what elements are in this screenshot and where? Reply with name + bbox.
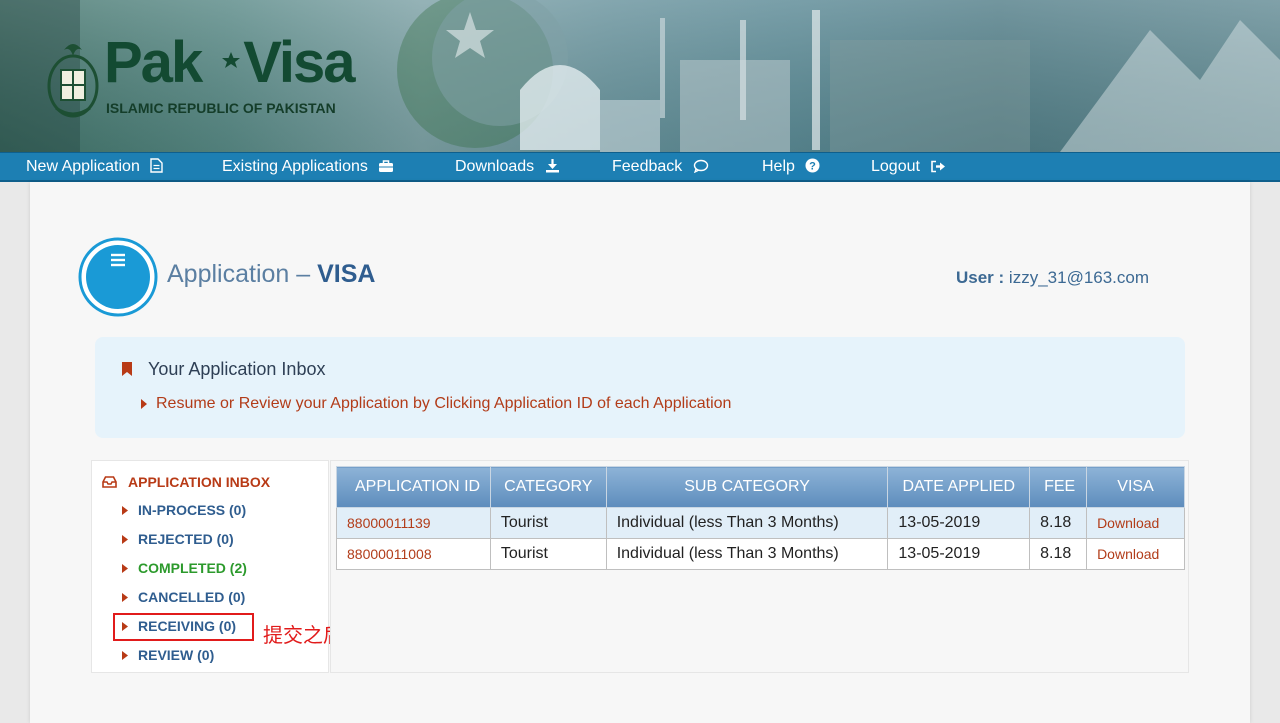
nav-label: Existing Applications (222, 158, 368, 175)
speech-bubble-icon (693, 159, 708, 173)
sidebar-item-in-process[interactable]: IN-PROCESS (0) (138, 502, 246, 518)
download-icon (545, 159, 559, 173)
caret-right-icon (122, 564, 128, 573)
column-header-category: CATEGORY (489, 466, 607, 508)
brand-title: Pak Visa (104, 30, 355, 95)
nav-feedback[interactable]: Feedback (612, 153, 709, 181)
page-title: Application – VISA (167, 260, 375, 289)
caret-right-icon (122, 506, 128, 515)
sidebar-item-review[interactable]: REVIEW (0) (138, 647, 214, 663)
nav-label: Downloads (455, 158, 535, 175)
page-title-bold: VISA (317, 260, 376, 288)
bookmark-icon (122, 362, 132, 376)
sidebar-item-rejected[interactable]: REJECTED (0) (138, 531, 234, 547)
nav-label: Help (762, 158, 795, 175)
nav-logout[interactable]: Logout (871, 153, 946, 181)
column-header-application-id: APPLICATION ID (336, 466, 491, 508)
header-banner: Pak Visa ISLAMIC REPUBLIC OF PAKISTAN (0, 0, 1280, 152)
nav-label: New Application (26, 158, 140, 175)
sidebar-item-cancelled[interactable]: CANCELLED (0) (138, 589, 245, 605)
sidebar-item-completed[interactable]: COMPLETED (2) (138, 560, 247, 576)
column-header-fee: FEE (1029, 466, 1088, 508)
caret-right-icon (141, 399, 147, 409)
svg-text:?: ? (809, 161, 816, 173)
cell-fee: 8.18 (1029, 507, 1088, 539)
user-info: User : izzy_31@163.com (956, 268, 1149, 288)
page-title-text: Application – (167, 260, 318, 288)
brand-subtitle: ISLAMIC REPUBLIC OF PAKISTAN (106, 100, 336, 116)
table-row: 88000011139 Tourist Individual (less Tha… (336, 507, 1185, 539)
nav-help[interactable]: Help ? (762, 153, 820, 181)
user-label: User : (956, 268, 1005, 287)
nav-new-application[interactable]: New Application (26, 153, 163, 181)
cell-date-applied: 13-05-2019 (887, 538, 1031, 570)
user-email: izzy_31@163.com (1008, 268, 1150, 287)
cell-category: Tourist (489, 507, 607, 539)
table-row: 88000011008 Tourist Individual (less Tha… (336, 538, 1185, 570)
crescent-star-icon (211, 42, 241, 82)
inbox-tray-icon (102, 476, 117, 488)
logout-icon (931, 160, 946, 173)
brand-title-left: Pak (104, 30, 203, 95)
nav-label: Feedback (612, 158, 683, 175)
application-id-link[interactable]: 88000011139 (336, 507, 491, 539)
application-menu-icon (78, 237, 158, 317)
nav-label: Logout (871, 158, 920, 175)
visa-download-link[interactable]: Download (1086, 507, 1185, 539)
caret-right-icon (122, 593, 128, 602)
briefcase-icon (379, 160, 394, 172)
applications-table: APPLICATION ID CATEGORY SUB CATEGORY DAT… (336, 466, 1185, 570)
cell-sub-category: Individual (less Than 3 Months) (605, 538, 889, 570)
sidebar-heading[interactable]: APPLICATION INBOX (128, 474, 270, 490)
table-header-row: APPLICATION ID CATEGORY SUB CATEGORY DAT… (336, 466, 1185, 508)
emblem-icon (47, 44, 99, 118)
question-circle-icon: ? (805, 158, 820, 173)
nav-existing-applications[interactable]: Existing Applications (222, 153, 394, 181)
nav-downloads[interactable]: Downloads (455, 153, 560, 181)
cell-date-applied: 13-05-2019 (887, 507, 1031, 539)
column-header-date-applied: DATE APPLIED (887, 466, 1031, 508)
application-id-link[interactable]: 88000011008 (336, 538, 491, 570)
visa-download-link[interactable]: Download (1086, 538, 1185, 570)
cell-fee: 8.18 (1029, 538, 1088, 570)
column-header-sub-category: SUB CATEGORY (605, 466, 889, 508)
cell-sub-category: Individual (less Than 3 Months) (605, 507, 889, 539)
inbox-heading: Your Application Inbox (148, 359, 326, 379)
inbox-info-panel (95, 337, 1185, 438)
document-icon (150, 158, 163, 173)
inbox-instruction: Resume or Review your Application by Cli… (156, 395, 732, 412)
caret-right-icon (122, 651, 128, 660)
brand-title-right: Visa (243, 30, 355, 95)
annotation-highlight-box (113, 613, 254, 641)
column-header-visa: VISA (1086, 466, 1185, 508)
cell-category: Tourist (489, 538, 607, 570)
main-nav: New Application Existing Applications Do… (0, 152, 1280, 182)
caret-right-icon (122, 535, 128, 544)
